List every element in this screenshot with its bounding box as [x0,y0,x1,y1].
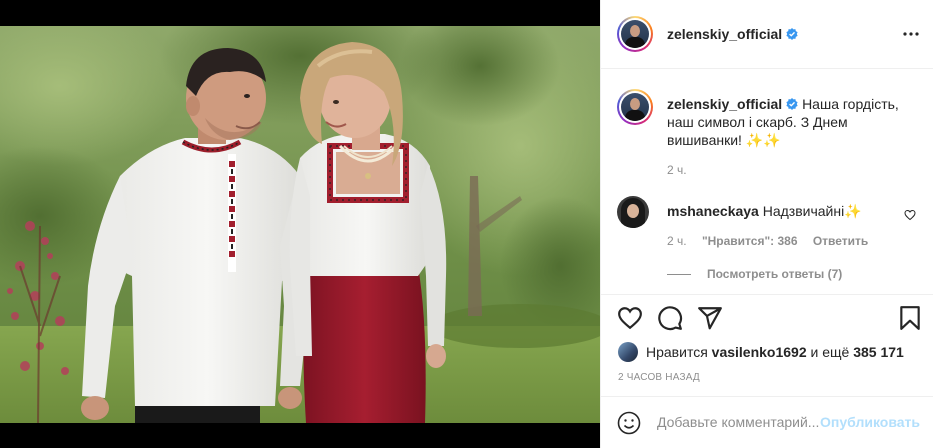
liker-username[interactable]: vasilenko1692 [712,344,807,360]
comment-input[interactable] [657,411,827,433]
liker-avatar[interactable] [618,342,638,362]
replies-divider-line [667,274,691,276]
likes-prefix: Нравится [646,344,708,360]
commenter-username[interactable]: mshaneckaya [667,203,759,219]
comment-bubble-icon[interactable] [657,305,683,331]
like-heart-icon[interactable] [617,305,643,331]
post-photo[interactable] [0,26,600,423]
emoji-icon[interactable] [617,411,641,435]
more-horizontal-icon[interactable] [902,24,920,44]
likes-count[interactable]: 385 171 [853,344,904,360]
caption-author-avatar[interactable] [617,89,653,125]
likes-text: Нравится vasilenko1692 и ещё 385 171 [646,344,904,360]
post-panel: zelenskiy_official zelenskiy_official На… [600,0,933,448]
verified-badge-icon [786,98,798,110]
add-comment-bar: Опубликовать [601,396,933,448]
comment-meta: 2 ч. "Нравится": 386 Ответить [667,234,880,248]
comment-likes[interactable]: "Нравится": 386 [702,234,798,248]
share-paper-plane-icon[interactable] [697,305,723,331]
action-bar [601,294,933,344]
caption-text-block: zelenskiy_official Наша гордість, наш си… [667,95,917,149]
media-letterbox-bottom [0,423,600,448]
media-letterbox-top [0,0,600,26]
save-bookmark-icon[interactable] [897,305,923,331]
comment-body: mshaneckaya Надзвичайні✨ [667,203,887,220]
likes-middle: и ещё [810,344,850,360]
reply-button[interactable]: Ответить [813,234,868,248]
caption-author-username[interactable]: zelenskiy_official [667,96,782,112]
caption-time[interactable]: 2 ч. [667,163,687,177]
post-timestamp[interactable]: 2 ЧАСОВ НАЗАД [618,372,700,383]
post-header: zelenskiy_official [601,0,933,69]
publish-button[interactable]: Опубликовать [820,414,920,430]
comment-like-heart-icon[interactable] [904,209,916,221]
view-replies-button[interactable]: Посмотреть ответы (7) [667,267,842,281]
comment-text: Надзвичайні✨ [762,203,862,219]
likes-summary: Нравится vasilenko1692 и ещё 385 171 [618,341,928,363]
view-replies-label: Посмотреть ответы (7) [707,267,843,281]
commenter-avatar[interactable] [617,196,649,228]
verified-badge-icon [786,28,798,40]
comment-time[interactable]: 2 ч. [667,234,687,248]
post-media[interactable] [0,0,600,448]
author-username[interactable]: zelenskiy_official [667,26,782,42]
author-avatar[interactable] [617,16,653,52]
